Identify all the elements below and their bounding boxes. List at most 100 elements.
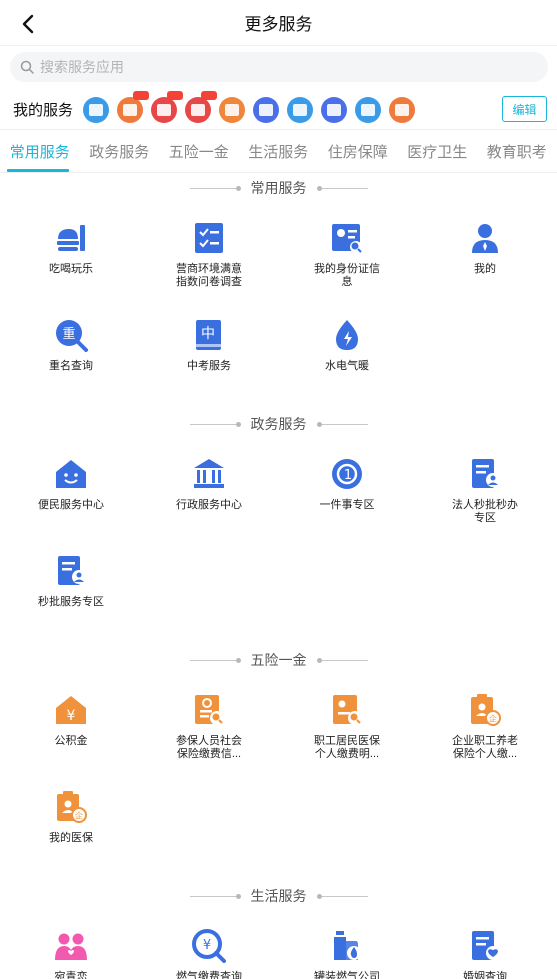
service-label: 中考服务 (187, 360, 231, 372)
service-item[interactable]: 婚姻查询 (416, 911, 554, 979)
service-label: 吃喝玩乐 (49, 263, 93, 275)
service-label: 罐装燃气公司名单查询专区 (314, 971, 380, 979)
one-icon: 1 (330, 457, 364, 491)
insurance-search-icon (192, 693, 226, 727)
service-grid: 宛青恋 ¥ 燃气缴费查询 罐装燃气公司名单查询专区 婚姻查询 (0, 911, 557, 979)
service-item[interactable]: 重重名查询 (2, 300, 140, 397)
chs-mini-icon[interactable] (355, 96, 382, 123)
chevron-left-icon (22, 14, 34, 34)
divider (189, 659, 236, 661)
card-mini-icon[interactable] (287, 96, 314, 123)
service-item[interactable]: ¥ 公积金 (2, 675, 140, 772)
checklist-icon (192, 221, 226, 255)
service-label: 公积金 (54, 735, 88, 747)
mini-icon-glyph (293, 103, 308, 116)
service-item[interactable]: 水电气暖 (278, 300, 416, 397)
divider-dot (235, 657, 241, 663)
service-label: 一件事专区 (319, 499, 375, 511)
edit-button[interactable]: 编辑 (502, 96, 547, 122)
svg-text:企: 企 (75, 811, 83, 821)
food-icon (54, 221, 88, 255)
building-mini-icon[interactable] (253, 96, 280, 123)
medical-doc-icon (330, 693, 364, 727)
tab-6[interactable]: 教育职考 (477, 132, 557, 172)
tab-1[interactable]: 政务服务 (80, 132, 160, 172)
clipboard-person-icon: 企 (468, 693, 502, 727)
tab-0[interactable]: 常用服务 (0, 132, 80, 172)
mini-icon-glyph (191, 103, 206, 116)
ticket-mini-icon[interactable] (117, 90, 150, 123)
search-icon (20, 60, 34, 74)
back-button[interactable] (14, 10, 42, 38)
service-item[interactable]: 营商环境满意 指数问卷调查 (140, 203, 278, 300)
search-bar[interactable] (10, 52, 548, 82)
service-item[interactable]: 吃喝玩乐 (2, 203, 140, 300)
header-bar: 更多服务 (0, 0, 557, 46)
tab-2[interactable]: 五险一金 (159, 132, 239, 172)
service-item[interactable]: 1 一件事专区 (278, 439, 416, 536)
service-item[interactable]: 法人秒批秒办 专区 (416, 439, 554, 536)
service-label: 参保人员社会 保险缴费信... (176, 735, 242, 760)
utility-icon (330, 318, 364, 352)
my-services-icons (83, 90, 416, 123)
divider (189, 187, 236, 189)
service-item[interactable]: 行政服务中心 (140, 439, 278, 536)
section-title: 五险一金 (250, 652, 307, 668)
house-mini-icon[interactable] (219, 96, 246, 123)
divider (321, 423, 368, 425)
tab-3[interactable]: 生活服务 (239, 132, 319, 172)
office-mini-icon[interactable] (389, 96, 416, 123)
service-item[interactable]: 企企业职工养老 保险个人缴... (416, 675, 554, 772)
service-item[interactable]: 中中考服务 (140, 300, 278, 397)
service-label: 企业职工养老 保险个人缴... (452, 735, 518, 760)
doc-person-icon (54, 554, 88, 588)
service-item[interactable]: 罐装燃气公司名单查询专区 (278, 911, 416, 979)
divider (321, 895, 368, 897)
service-item[interactable]: 企我的医保 (2, 772, 140, 869)
svg-text:重: 重 (62, 326, 75, 342)
mini-icon-glyph (395, 103, 410, 116)
service-label: 我的医保 (49, 832, 93, 844)
gas-search-icon: ¥ (192, 929, 226, 963)
marriage-doc-icon (468, 929, 502, 963)
search-input[interactable] (40, 59, 520, 75)
section-title: 生活服务 (250, 888, 307, 904)
service-label: 我的 (474, 263, 496, 275)
bank-mini-icon[interactable] (185, 90, 218, 123)
service-item[interactable]: ¥ 燃气缴费查询 (140, 911, 278, 979)
tab-4[interactable]: 住房保障 (318, 132, 398, 172)
home-mini-icon[interactable] (83, 96, 110, 123)
my-services-bar: 我的服务 编辑 (0, 90, 557, 130)
service-item[interactable]: 我的 (416, 203, 554, 300)
svg-text:1: 1 (344, 468, 352, 483)
service-item[interactable]: 宛青恋 (2, 911, 140, 979)
service-grid: ¥ 公积金 参保人员社会 保险缴费信... 职工居民医保 个人缴费明... 企企业职工养老保… (0, 675, 557, 869)
service-label: 水电气暖 (325, 360, 369, 372)
mini-icon-glyph (123, 103, 138, 116)
svg-text:¥: ¥ (67, 708, 76, 724)
heart-mini-icon[interactable] (151, 90, 184, 123)
search-mini-icon[interactable] (321, 96, 348, 123)
government-icon (192, 457, 226, 491)
service-label: 我的身份证信息 (314, 263, 380, 288)
my-services-label: 我的服务 (13, 102, 74, 119)
service-item[interactable]: 便民服务中心 (2, 439, 140, 536)
service-label: 营商环境满意 指数问卷调查 (176, 263, 242, 288)
tab-5[interactable]: 医疗卫生 (398, 132, 478, 172)
mini-icon-glyph (327, 103, 342, 116)
category-tabs: 常用服务 政务服务 五险一金 生活服务 住房保障 医疗卫生 教育职考 (0, 132, 557, 173)
service-item[interactable]: 我的身份证信息 (278, 203, 416, 300)
divider (321, 659, 368, 661)
divider-dot (235, 185, 241, 191)
service-label: 宛青恋 (54, 971, 88, 979)
section-header: 生活服务 (0, 881, 557, 911)
service-label: 便民服务中心 (38, 499, 104, 511)
service-item[interactable]: 参保人员社会 保险缴费信... (140, 675, 278, 772)
service-item[interactable]: 职工居民医保 个人缴费明... (278, 675, 416, 772)
notification-badge (201, 90, 218, 100)
section-header: 常用服务 (0, 173, 557, 203)
divider-dot (235, 893, 241, 899)
service-item[interactable]: 秒批服务专区 (2, 536, 140, 633)
